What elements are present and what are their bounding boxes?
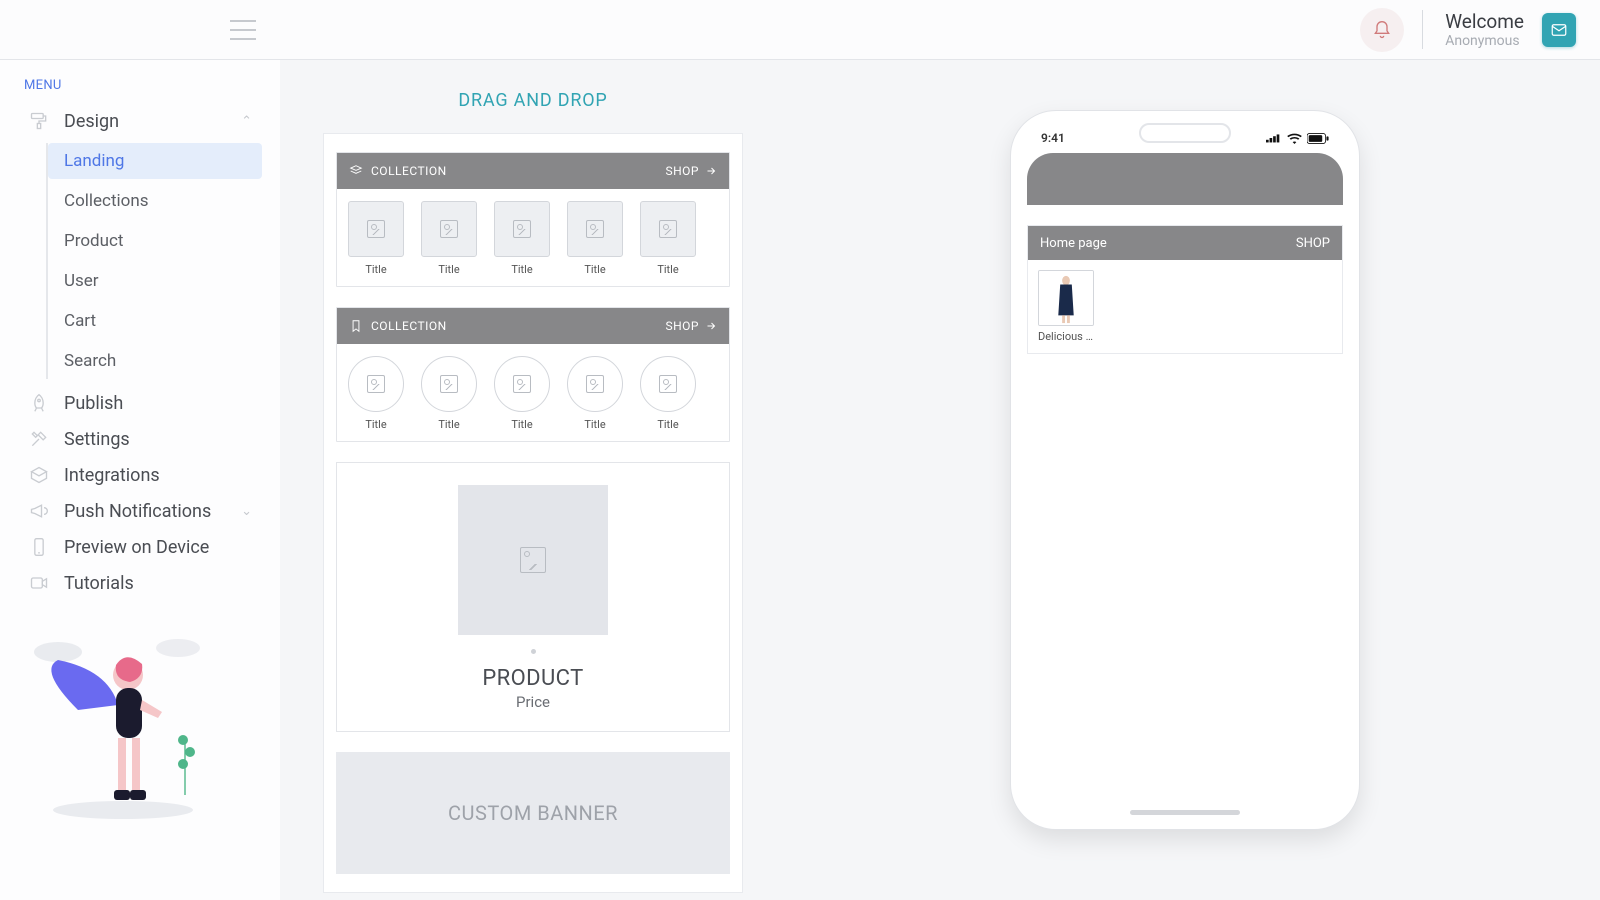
- sidebar-item-label: Tutorials: [64, 573, 134, 594]
- product-label: PRODUCT: [482, 666, 583, 691]
- image-placeholder-icon: [586, 220, 604, 238]
- box-icon: [28, 464, 50, 486]
- sidebar-item-push-notifications[interactable]: Push Notifications ⌄: [18, 493, 262, 529]
- thumb-title: Title: [365, 418, 386, 431]
- phone-notch: [1139, 123, 1231, 143]
- signal-icon: [1266, 133, 1282, 143]
- thumb-title: Title: [438, 263, 459, 276]
- image-placeholder-icon: [367, 220, 385, 238]
- sidebar-item-label: Integrations: [64, 465, 160, 486]
- thumb-title: Title: [657, 263, 678, 276]
- app-header-bar: [1027, 153, 1343, 205]
- sidebar-item-tutorials[interactable]: Tutorials: [18, 565, 262, 601]
- sidebar-sub-user[interactable]: User: [48, 263, 262, 299]
- section-title: Home page: [1040, 236, 1107, 251]
- thumb-title: Title: [438, 418, 459, 431]
- bell-icon: [1372, 20, 1392, 40]
- collection-header-label: COLLECTION: [371, 319, 447, 333]
- sidebar-item-preview-on-device[interactable]: Preview on Device: [18, 529, 262, 565]
- tools-icon: [28, 428, 50, 450]
- sidebar-sub-search[interactable]: Search: [48, 343, 262, 379]
- sidebar-illustration: [18, 630, 228, 820]
- notifications-button[interactable]: [1360, 8, 1404, 52]
- user-name: Anonymous: [1445, 33, 1524, 49]
- collection-header-label: COLLECTION: [371, 164, 447, 178]
- product-thumbnail-title: Delicious Ca…: [1038, 330, 1096, 343]
- sidebar-item-label: Settings: [64, 429, 130, 450]
- pager-dot: [531, 649, 536, 654]
- chevron-up-icon: ⌃: [241, 114, 252, 129]
- sidebar-item-label: Push Notifications: [64, 501, 211, 522]
- image-placeholder-icon: [520, 547, 546, 573]
- mail-button[interactable]: [1542, 13, 1576, 47]
- shop-link-label: SHOP: [665, 319, 699, 333]
- thumb-title: Title: [657, 418, 678, 431]
- shop-link-label: SHOP: [665, 164, 699, 178]
- image-placeholder-icon: [440, 375, 458, 393]
- component-product[interactable]: PRODUCT Price: [336, 462, 730, 732]
- sidebar-sub-collections[interactable]: Collections: [48, 183, 262, 219]
- product-thumbnail: [1038, 270, 1094, 326]
- sidebar-sub-landing[interactable]: Landing: [48, 143, 262, 179]
- thumb-title: Title: [584, 418, 605, 431]
- phone-icon: [28, 536, 50, 558]
- image-placeholder-icon: [440, 220, 458, 238]
- battery-icon: [1307, 133, 1329, 144]
- arrow-right-icon: [705, 320, 717, 332]
- sidebar-item-design[interactable]: Design ⌃: [18, 103, 262, 139]
- megaphone-icon: [28, 500, 50, 522]
- bookmark-icon: [349, 319, 363, 333]
- product-price-label: Price: [516, 693, 550, 711]
- sidebar-item-publish[interactable]: Publish: [18, 385, 262, 421]
- sidebar-item-label: Publish: [64, 393, 123, 414]
- paint-roller-icon: [28, 110, 50, 132]
- thumb-title: Title: [584, 263, 605, 276]
- sidebar-item-integrations[interactable]: Integrations: [18, 457, 262, 493]
- sidebar-heading: MENU: [24, 78, 256, 93]
- image-placeholder-icon: [586, 375, 604, 393]
- status-icons: [1266, 133, 1329, 144]
- image-placeholder-icon: [367, 375, 385, 393]
- welcome-label: Welcome: [1445, 10, 1524, 33]
- chevron-down-icon: ⌄: [241, 504, 252, 519]
- image-placeholder-icon: [659, 375, 677, 393]
- sidebar-sub-cart[interactable]: Cart: [48, 303, 262, 339]
- component-collection-circle[interactable]: COLLECTION SHOP Title Title Title Title …: [336, 307, 730, 442]
- section-action-label: SHOP: [1296, 236, 1330, 251]
- custom-banner-label: CUSTOM BANNER: [448, 801, 618, 825]
- rocket-icon: [28, 392, 50, 414]
- thumb-title: Title: [511, 418, 532, 431]
- sidebar-item-label: Preview on Device: [64, 537, 209, 558]
- user-greeting: Welcome Anonymous: [1422, 10, 1524, 49]
- preview-section-home: Home page SHOP: [1027, 225, 1343, 354]
- component-palette: COLLECTION SHOP Title Title Title Title …: [323, 133, 743, 893]
- hamburger-menu-button[interactable]: [230, 20, 256, 40]
- image-placeholder-icon: [513, 220, 531, 238]
- sidebar-item-label: Design: [64, 111, 119, 132]
- component-custom-banner[interactable]: CUSTOM BANNER: [336, 752, 730, 874]
- arrow-right-icon: [705, 165, 717, 177]
- builder-title: DRAG AND DROP: [458, 90, 607, 111]
- sidebar-item-settings[interactable]: Settings: [18, 421, 262, 457]
- sidebar-sub-product[interactable]: Product: [48, 223, 262, 259]
- mail-icon: [1550, 21, 1568, 39]
- video-icon: [28, 572, 50, 594]
- wifi-icon: [1287, 133, 1302, 144]
- image-placeholder-icon: [659, 220, 677, 238]
- status-time: 9:41: [1041, 131, 1065, 145]
- component-collection-square[interactable]: COLLECTION SHOP Title Title Title Title …: [336, 152, 730, 287]
- thumb-title: Title: [511, 263, 532, 276]
- phone-preview: 9:41 Home page SHOP: [1010, 110, 1360, 830]
- image-placeholder-icon: [513, 375, 531, 393]
- thumb-title: Title: [365, 263, 386, 276]
- stack-icon: [349, 164, 363, 178]
- home-indicator: [1130, 810, 1240, 815]
